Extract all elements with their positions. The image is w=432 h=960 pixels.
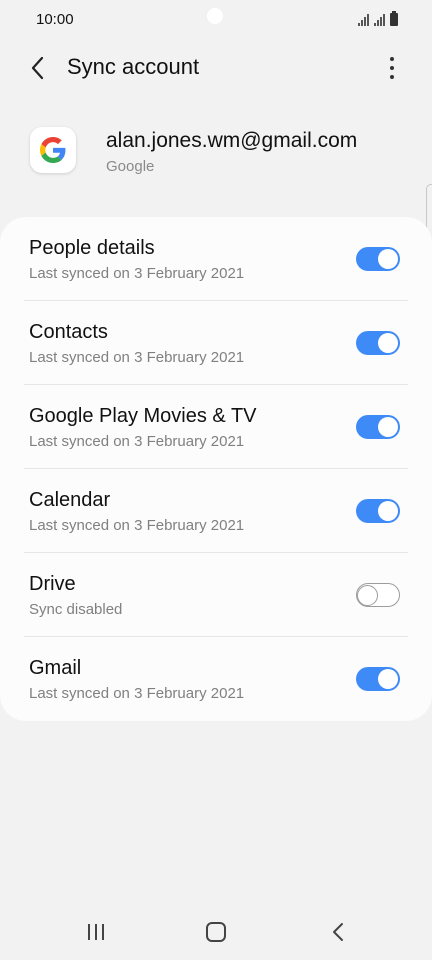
recent-apps-button[interactable] <box>76 916 116 948</box>
status-time: 10:00 <box>36 11 74 28</box>
sync-item-contacts[interactable]: Contacts Last synced on 3 February 2021 <box>0 301 432 385</box>
sync-toggle[interactable] <box>356 415 400 439</box>
status-bar: 10:00 <box>0 0 432 40</box>
sync-item-status: Last synced on 3 February 2021 <box>29 685 245 702</box>
sync-item-gmail[interactable]: Gmail Last synced on 3 February 2021 <box>0 637 432 721</box>
camera-cutout <box>207 8 223 24</box>
more-vertical-icon <box>390 57 394 61</box>
sync-item-status: Sync disabled <box>29 601 123 618</box>
battery-icon <box>390 11 398 26</box>
nav-back-button[interactable] <box>318 916 358 948</box>
account-header: alan.jones.wm@gmail.com Google <box>0 120 432 190</box>
sync-item-status: Last synced on 3 February 2021 <box>29 265 245 282</box>
sync-items-card: People details Last synced on 3 February… <box>0 217 432 721</box>
sync-item-drive[interactable]: Drive Sync disabled <box>0 553 432 637</box>
account-email: alan.jones.wm@gmail.com <box>106 129 358 152</box>
sync-item-label: People details <box>29 237 155 259</box>
sync-toggle[interactable] <box>356 331 400 355</box>
chevron-left-icon <box>31 56 44 80</box>
sync-item-status: Last synced on 3 February 2021 <box>29 517 245 534</box>
back-icon <box>333 923 343 941</box>
recent-apps-icon <box>88 924 104 940</box>
app-bar: Sync account <box>0 40 432 96</box>
sync-item-label: Gmail <box>29 657 82 679</box>
sync-item-label: Calendar <box>29 489 111 511</box>
page-title: Sync account <box>67 54 200 79</box>
signal-icon <box>374 14 385 26</box>
sync-toggle[interactable] <box>356 247 400 271</box>
back-button[interactable] <box>20 50 56 86</box>
sync-toggle[interactable] <box>356 583 400 607</box>
sync-item-label: Google Play Movies & TV <box>29 405 257 427</box>
sync-item-people-details[interactable]: People details Last synced on 3 February… <box>0 217 432 301</box>
account-type: Google <box>106 158 155 175</box>
sync-item-status: Last synced on 3 February 2021 <box>29 433 245 450</box>
sync-item-label: Contacts <box>29 321 108 343</box>
sync-toggle[interactable] <box>356 667 400 691</box>
home-icon <box>206 922 226 942</box>
signal-icon <box>358 14 369 26</box>
more-options-button[interactable] <box>374 50 410 86</box>
home-button[interactable] <box>196 916 236 948</box>
sync-item-google-play-movies[interactable]: Google Play Movies & TV Last synced on 3… <box>0 385 432 469</box>
sync-item-calendar[interactable]: Calendar Last synced on 3 February 2021 <box>0 469 432 553</box>
sync-toggle[interactable] <box>356 499 400 523</box>
navigation-bar <box>0 900 432 960</box>
sync-item-status: Last synced on 3 February 2021 <box>29 349 245 366</box>
google-logo-icon <box>30 127 76 173</box>
status-icons <box>358 11 398 26</box>
sync-item-label: Drive <box>29 573 76 595</box>
